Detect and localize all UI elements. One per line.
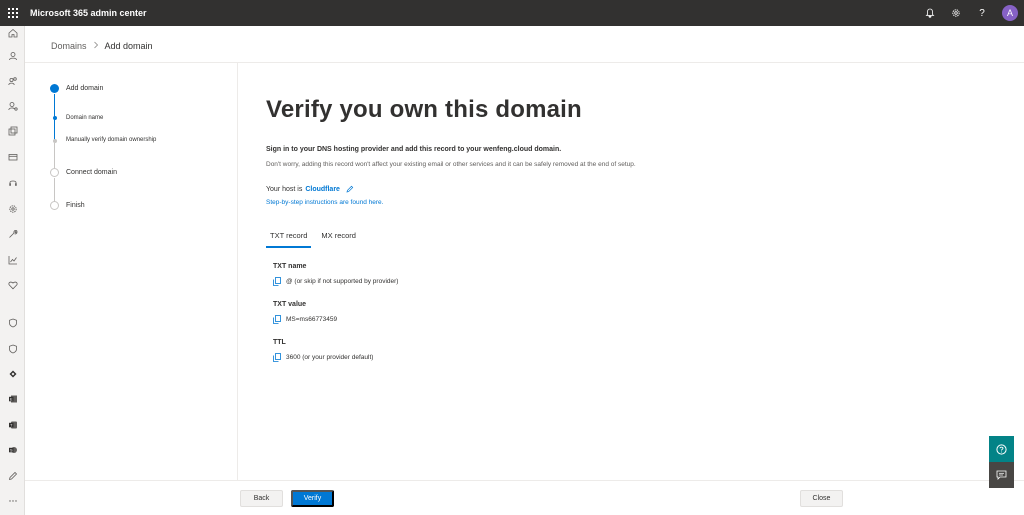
record-tabs: TXT record MX record bbox=[266, 229, 366, 248]
svg-text:S: S bbox=[9, 448, 12, 452]
admin-roles-icon[interactable] bbox=[6, 99, 19, 112]
top-actions: ? A bbox=[924, 0, 1018, 26]
chat-feedback-icon bbox=[996, 470, 1007, 480]
txt-value-row: MS=ms66773459 bbox=[273, 315, 337, 324]
support-icon[interactable] bbox=[6, 176, 19, 189]
notifications-bell-icon[interactable] bbox=[924, 7, 936, 19]
billing-icon[interactable] bbox=[6, 150, 19, 163]
txt-value-value: MS=ms66773459 bbox=[286, 316, 338, 323]
chevron-right-icon bbox=[93, 41, 99, 51]
tab-txt-record[interactable]: TXT record bbox=[266, 229, 312, 248]
ttl-value: 3600 (or your provider default) bbox=[286, 354, 374, 361]
substep-done-dot-icon bbox=[52, 116, 57, 120]
feedback-button[interactable] bbox=[989, 462, 1014, 488]
instruction-text: Sign in to your DNS hosting provider and… bbox=[266, 146, 562, 153]
copy-icon[interactable] bbox=[273, 353, 281, 362]
footer-divider bbox=[25, 480, 1024, 481]
tab-mx-record[interactable]: MX record bbox=[317, 229, 360, 248]
teams-icon[interactable]: T bbox=[6, 418, 19, 431]
ttl-value-row: 3600 (or your provider default) bbox=[273, 353, 373, 362]
step-current-dot-icon bbox=[50, 84, 59, 93]
step-label-connect-domain: Connect domain bbox=[66, 169, 117, 176]
step-label-finish: Finish bbox=[66, 202, 85, 209]
txt-name-value-row: @ (or skip if not supported by provider) bbox=[273, 277, 398, 286]
app-title[interactable]: Microsoft 365 admin center bbox=[30, 8, 147, 18]
edit-pencil-icon[interactable] bbox=[346, 185, 354, 193]
top-bar: Microsoft 365 admin center ? A bbox=[0, 0, 1024, 26]
step-label-domain-name: Domain name bbox=[66, 115, 104, 121]
setup-icon[interactable] bbox=[6, 227, 19, 240]
dns-host-line: Your host is Cloudflare bbox=[266, 185, 354, 193]
host-prefix: Your host is bbox=[266, 185, 303, 193]
step-pending-dot-icon bbox=[50, 201, 59, 210]
settings-gear-icon[interactable] bbox=[950, 7, 962, 19]
svg-text:E: E bbox=[9, 397, 12, 401]
copy-icon[interactable] bbox=[273, 315, 281, 324]
help-support-button[interactable] bbox=[989, 436, 1014, 462]
avatar[interactable]: A bbox=[1002, 5, 1018, 21]
close-button[interactable]: Close bbox=[800, 490, 843, 507]
exchange-icon[interactable]: E bbox=[6, 392, 19, 405]
breadcrumb-current: Add domain bbox=[104, 41, 153, 51]
stepper-line bbox=[54, 143, 55, 168]
host-provider-name: Cloudflare bbox=[305, 185, 340, 193]
user-icon[interactable] bbox=[6, 49, 19, 62]
back-button[interactable]: Back bbox=[240, 490, 283, 507]
health-icon[interactable] bbox=[6, 278, 19, 291]
copy-icon[interactable] bbox=[273, 277, 281, 286]
settings-icon[interactable] bbox=[6, 202, 19, 215]
home-icon[interactable] bbox=[6, 26, 19, 39]
reports-icon[interactable] bbox=[6, 253, 19, 266]
wizard-stepper: Add domain Domain name Manually verify d… bbox=[25, 63, 238, 480]
txt-name-label: TXT name bbox=[273, 263, 307, 270]
substep-current-dot-icon bbox=[52, 139, 57, 143]
txt-value-label: TXT value bbox=[273, 301, 307, 308]
step-pending-dot-icon bbox=[50, 168, 59, 177]
help-question-icon[interactable]: ? bbox=[976, 7, 988, 19]
verify-button[interactable]: Verify bbox=[291, 490, 334, 507]
customize-icon[interactable] bbox=[6, 469, 19, 482]
sharepoint-icon[interactable]: S bbox=[6, 443, 19, 456]
page-title: Verify you own this domain bbox=[266, 96, 582, 123]
txt-name-value: @ (or skip if not supported by provider) bbox=[286, 278, 399, 285]
security-icon[interactable] bbox=[6, 316, 19, 329]
users-icon[interactable] bbox=[6, 74, 19, 87]
reassurance-text: Don't worry, adding this record won't af… bbox=[266, 161, 636, 168]
left-nav-rail: E T S bbox=[0, 26, 25, 515]
compliance-icon[interactable] bbox=[6, 342, 19, 355]
breadcrumb: Domains Add domain bbox=[51, 41, 153, 51]
step-label-add-domain: Add domain bbox=[66, 85, 104, 92]
breadcrumb-domains-link[interactable]: Domains bbox=[51, 41, 87, 51]
app-launcher-icon[interactable] bbox=[0, 0, 26, 26]
ttl-label: TTL bbox=[273, 339, 286, 346]
resources-icon[interactable] bbox=[6, 124, 19, 137]
endpoint-manager-icon[interactable] bbox=[6, 367, 19, 380]
question-circle-icon bbox=[996, 443, 1007, 455]
step-label-manually-verify: Manually verify domain ownership bbox=[66, 137, 157, 143]
step-by-step-instructions-link[interactable]: Step-by-step instructions are found here… bbox=[266, 199, 383, 206]
more-icon[interactable] bbox=[6, 494, 19, 507]
